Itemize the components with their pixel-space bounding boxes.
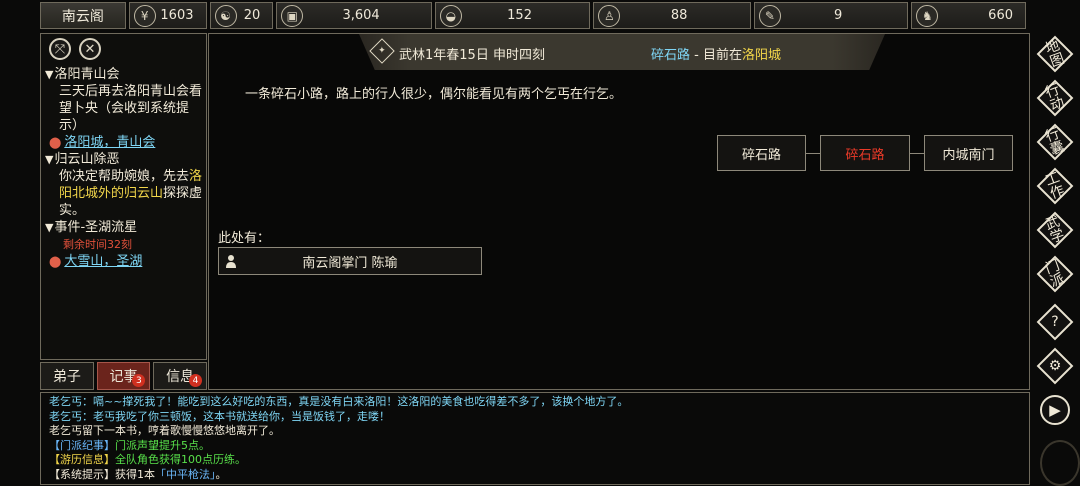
work-button[interactable]: 工作	[1036, 167, 1074, 205]
scene-description: 一条碎石小路，路上的行人很少，偶尔能看见有两个乞丐在行乞。	[245, 87, 623, 102]
map-button[interactable]: 地图	[1036, 35, 1074, 73]
food-bowl-icon: ◒	[439, 4, 462, 27]
right-menu: 地图 行动 行囊 工作 武学 门派 ? ⚙ ▶	[1033, 35, 1077, 436]
log-line: 【系统提示】获得1本「中平枪法」。	[49, 467, 227, 481]
top-stats-bar: 南云阁 ¥ 1603 ☯ 20 ▣ 3,604 ◒ 152 ♙ 88 ✎ 9 ♞…	[40, 2, 1026, 29]
message-log[interactable]: 老乞丐：嗝~~撑死我了！能吃到这么好吃的东西，真是没有白来洛阳！这洛阳的美食也吃…	[40, 392, 1030, 485]
npc-button[interactable]: 南云阁掌门 陈瑜	[218, 247, 482, 275]
quest-location-link[interactable]: ⬤ 大雪山，圣湖	[45, 253, 205, 270]
quest-list: ▼洛阳青山会 三天后再去洛阳青山会看望卜央（会收到系统提示） ⬤ 洛阳城，青山会 …	[45, 66, 205, 270]
settings-button[interactable]: ⚙	[1036, 347, 1074, 385]
stat-value: 152	[507, 8, 532, 23]
quest-location-link[interactable]: ⬤ 洛阳城，青山会	[45, 134, 205, 151]
help-button[interactable]: ?	[1036, 303, 1074, 341]
stat-value: 88	[670, 8, 688, 23]
quest-panel: ⤧ ✕ ▼洛阳青山会 三天后再去洛阳青山会看望卜央（会收到系统提示） ⬤ 洛阳城，…	[40, 33, 207, 360]
here-label: 此处有：	[218, 231, 271, 246]
decorative-swirl	[1040, 440, 1080, 486]
location-pin-icon: ⬤	[49, 255, 62, 268]
map-node-west[interactable]: 碎石路	[717, 135, 806, 171]
game-date: 武林1年春15日 申时四刻	[399, 48, 545, 63]
quest-time-remaining: 剩余时间32刻	[63, 238, 132, 251]
log-line: 【游历信息】全队角色获得100点历练。	[49, 453, 246, 466]
map-node-current: 碎石路	[820, 135, 910, 171]
play-icon: ▶	[1040, 395, 1070, 425]
sect-button[interactable]: 门派	[1036, 255, 1074, 293]
sect-name: 南云阁	[61, 8, 104, 25]
stat-value: 660	[988, 8, 1013, 23]
beast-icon: ♞	[916, 4, 939, 27]
meditation-icon: ♙	[598, 4, 621, 27]
quest-title[interactable]: ▼事件-圣湖流星	[45, 219, 205, 236]
quest-text: 三天后再去洛阳青山会看望卜央（会收到系统提示）	[59, 84, 203, 133]
close-icon[interactable]: ✕	[79, 38, 101, 60]
stat-money[interactable]: ▣ 3,604	[276, 2, 432, 29]
quest-title[interactable]: ▼归云山除恶	[45, 151, 205, 168]
compass-icon: ✦	[369, 38, 395, 64]
stat-coin[interactable]: ¥ 1603	[128, 2, 207, 29]
stat-value: 3,604	[342, 8, 380, 23]
npc-name: 南云阁掌门 陈瑜	[302, 255, 398, 271]
stat-yin-yang[interactable]: ☯ 20	[209, 2, 274, 29]
game-screen: 南云阁 ¥ 1603 ☯ 20 ▣ 3,604 ◒ 152 ♙ 88 ✎ 9 ♞…	[0, 0, 1080, 486]
tab-messages[interactable]: 信息 4	[153, 362, 208, 390]
map-connector	[910, 153, 924, 154]
yin-yang-icon: ☯	[214, 4, 237, 27]
location-header: ✦ 武林1年春15日 申时四刻 碎石路 - 目前在洛阳城	[359, 34, 885, 70]
action-button[interactable]: 行动	[1036, 79, 1074, 117]
quest-text: 你决定帮助婉娘，先去洛阳北城外的归云山探探虚实。	[59, 169, 203, 218]
current-location: 碎石路 - 目前在洛阳城	[651, 48, 781, 63]
help-icon: ?	[1051, 314, 1059, 330]
map-node-east[interactable]: 内城南门	[924, 135, 1013, 171]
coin-icon: ¥	[133, 4, 156, 27]
stat-scroll[interactable]: ✎ 9	[753, 2, 909, 29]
stat-value: 20	[243, 8, 261, 23]
quest-title[interactable]: ▼洛阳青山会	[45, 66, 205, 83]
stat-meditation[interactable]: ♙ 88	[593, 2, 751, 29]
person-icon	[226, 255, 236, 268]
bag-button[interactable]: 行囊	[1036, 123, 1074, 161]
stat-beast[interactable]: ♞ 660	[911, 2, 1026, 29]
martial-button[interactable]: 武学	[1036, 211, 1074, 249]
location-pin-icon: ⬤	[49, 136, 62, 149]
log-line: 【门派纪事】门派声望提升5点。	[49, 438, 210, 452]
tab-journal[interactable]: 记事 3	[96, 362, 151, 390]
stat-value: 9	[833, 8, 843, 23]
tab-disciples[interactable]: 弟子	[40, 362, 94, 390]
money-icon: ▣	[281, 4, 304, 27]
notification-badge: 4	[189, 374, 203, 387]
log-line: 老乞丐：嗝~~撑死我了！能吃到这么好吃的东西，真是没有白来洛阳！这洛阳的美食也吃…	[49, 395, 629, 408]
sect-name-button[interactable]: 南云阁	[40, 2, 126, 29]
stat-value: 1603	[160, 8, 194, 23]
log-line: 老乞丐留下一本书，哼着歌慢慢悠悠地离开了。	[49, 424, 280, 437]
stat-food[interactable]: ◒ 152	[434, 2, 591, 29]
log-line: 老乞丐：老丐我吃了你三顿饭，这本书就送给你，当是饭钱了，走喽！	[49, 409, 390, 423]
expand-icon[interactable]: ⤧	[49, 38, 71, 60]
left-tabs: 弟子 记事 3 信息 4	[40, 362, 208, 390]
scroll-icon: ✎	[758, 4, 781, 27]
notification-badge: 3	[132, 374, 146, 387]
scene-panel: ✦ 武林1年春15日 申时四刻 碎石路 - 目前在洛阳城 一条碎石小路，路上的行…	[208, 33, 1030, 390]
gear-icon: ⚙	[1048, 358, 1062, 374]
play-button[interactable]: ▶	[1037, 392, 1073, 428]
map-connector	[806, 153, 820, 154]
